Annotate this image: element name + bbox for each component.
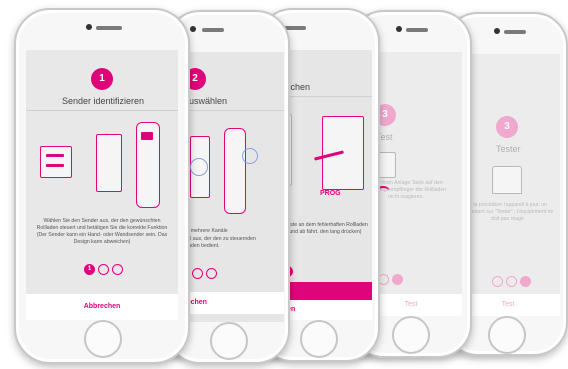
channel-highlight-icon <box>190 158 208 176</box>
abbrechen-button[interactable]: Abbrechen <box>26 294 178 320</box>
abbrechen-button[interactable]: rechen <box>178 292 284 314</box>
phone-2-screen: 2 auswählen sung mehrere Kanäle Kanal au… <box>178 52 284 322</box>
home-button[interactable] <box>300 320 338 358</box>
step-title: Tester <box>496 144 521 154</box>
home-button[interactable] <box>84 320 122 358</box>
front-camera <box>494 28 500 34</box>
channel-highlight-icon <box>242 148 258 164</box>
earpiece-speaker <box>202 28 224 32</box>
step-title: Sender identifizieren <box>62 96 145 106</box>
divider <box>26 110 178 111</box>
earpiece-speaker <box>284 26 306 30</box>
home-button[interactable] <box>488 316 526 354</box>
earpiece-speaker <box>504 30 526 34</box>
step-title: auswählen <box>184 96 228 106</box>
wall-remote-illustration <box>40 146 72 178</box>
wall-remote-button <box>46 164 64 167</box>
earpiece-speaker <box>96 26 122 30</box>
progress-dot-1 <box>492 276 503 287</box>
progress-dot-3 <box>520 276 531 287</box>
hand-remote-illustration <box>224 128 246 214</box>
home-button[interactable] <box>392 316 430 354</box>
phone-1-screen: 1 Sender identifizieren Wählen Sie den S… <box>26 50 178 320</box>
phone-gallery: 3 Tester a la procédure l'appareil à jou… <box>0 0 568 369</box>
progress-dot-3 <box>206 268 217 279</box>
progress-dot-2 <box>506 276 517 287</box>
front-camera <box>86 24 92 30</box>
home-button[interactable] <box>210 322 248 360</box>
progress-dot-3 <box>112 264 123 275</box>
divider <box>178 110 284 111</box>
step-description-top: sung mehrere Kanäle <box>178 228 228 234</box>
step-description: a la procédure l'appareil à jour, un cli… <box>462 202 554 222</box>
progress-dot-2 <box>192 268 203 279</box>
house-illustration <box>492 166 522 194</box>
prog-label-right: PROG <box>320 190 341 197</box>
wall-switch-illustration <box>96 134 122 192</box>
progress-dot-2 <box>98 264 109 275</box>
edge-fade <box>0 0 8 369</box>
progress-dot-1: 1 <box>84 264 95 275</box>
step-description: Wählen Sie den Sender aus, der den gewün… <box>36 218 168 245</box>
wall-remote-button <box>46 154 64 157</box>
progress-dot-3 <box>392 274 403 285</box>
front-camera <box>396 26 402 32</box>
step-badge: 3 <box>496 116 518 138</box>
hand-remote-display <box>141 132 153 140</box>
earpiece-speaker <box>406 28 428 32</box>
step-badge: 1 <box>91 68 113 90</box>
phone-1: 1 Sender identifizieren Wählen Sie den S… <box>14 8 190 364</box>
step-description: Kanal aus, der den zu steuernden Rolllad… <box>178 236 256 249</box>
front-camera <box>190 26 196 32</box>
